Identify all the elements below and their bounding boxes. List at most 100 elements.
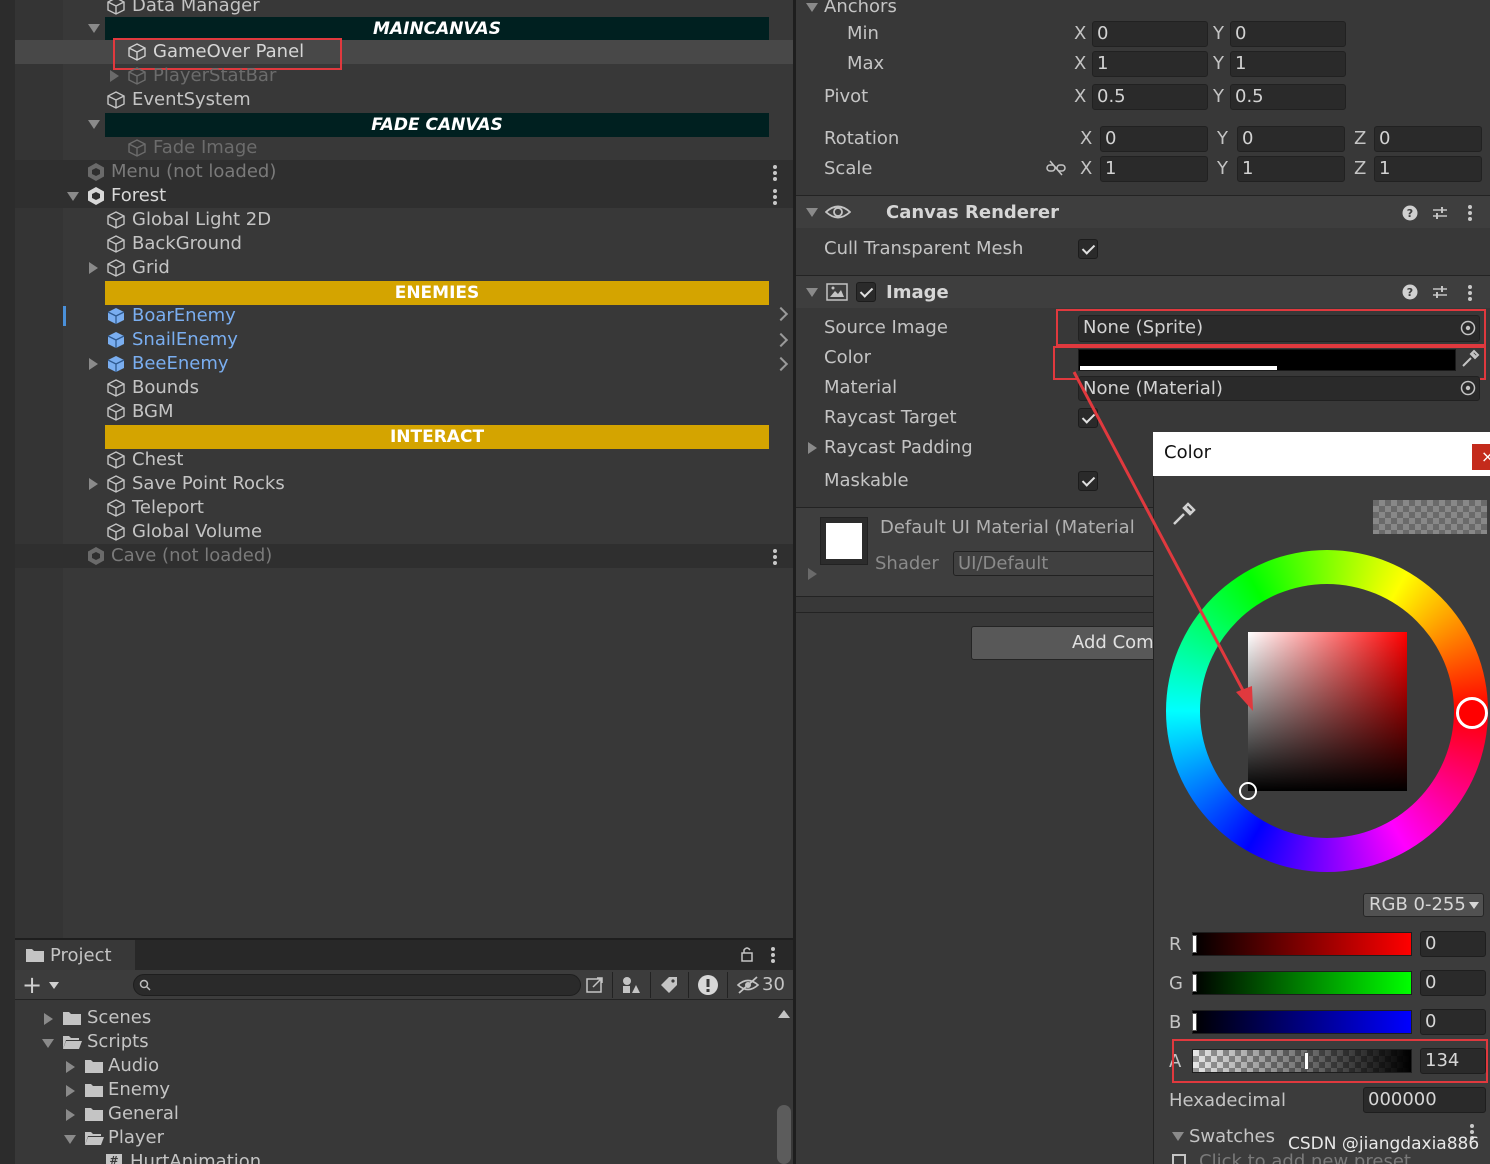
expand-arrow-icon[interactable] — [89, 478, 98, 490]
project-folder-general[interactable]: General — [108, 1102, 179, 1126]
pivot-label[interactable]: Pivot — [824, 85, 868, 109]
pivot-x-field[interactable]: 0.5 — [1092, 84, 1208, 110]
anchors-min-y-field[interactable]: 0 — [1230, 21, 1346, 47]
rotation-label[interactable]: Rotation — [824, 127, 899, 151]
source-image-label[interactable]: Source Image — [824, 316, 948, 340]
rotation-x-field[interactable]: 0 — [1100, 126, 1208, 152]
r-slider-handle[interactable] — [1192, 935, 1197, 953]
color-label[interactable]: Color — [824, 346, 871, 370]
raycast-padding-label[interactable]: Raycast Padding — [824, 436, 973, 460]
preset-settings-icon[interactable] — [1432, 205, 1448, 221]
axis-y-label[interactable]: Y — [1213, 85, 1224, 109]
expand-arrow-icon[interactable] — [806, 3, 818, 12]
scroll-up-arrow-icon[interactable] — [778, 1010, 790, 1018]
project-folder-scripts[interactable]: Scripts — [87, 1030, 149, 1054]
axis-y-label[interactable]: Y — [1217, 157, 1228, 181]
anchors-max-x-field[interactable]: 1 — [1092, 51, 1208, 77]
g-channel-slider[interactable] — [1192, 971, 1412, 995]
more-options-icon[interactable] — [1468, 285, 1472, 301]
hierarchy-banner-interact[interactable]: INTERACT — [105, 425, 769, 449]
axis-x-label[interactable]: X — [1080, 127, 1092, 151]
g-channel-field[interactable]: 0 — [1420, 970, 1486, 996]
anchors-label[interactable]: Anchors — [824, 0, 897, 19]
search-scope-icon[interactable] — [585, 975, 605, 995]
hex-field[interactable]: 000000 — [1363, 1087, 1486, 1113]
b-channel-field[interactable]: 0 — [1420, 1009, 1486, 1035]
hierarchy-item-boar-enemy[interactable]: BoarEnemy — [132, 304, 236, 328]
g-slider-handle[interactable] — [1192, 974, 1197, 992]
preset-settings-icon[interactable] — [1432, 284, 1448, 300]
hierarchy-item-save-point-rocks[interactable]: Save Point Rocks — [132, 472, 285, 496]
maskable-label[interactable]: Maskable — [824, 469, 909, 493]
constrain-proportions-link-icon[interactable] — [1046, 160, 1066, 176]
project-folder-audio[interactable]: Audio — [108, 1054, 159, 1078]
maskable-checkbox[interactable] — [1078, 471, 1098, 491]
hierarchy-item-teleport[interactable]: Teleport — [132, 496, 204, 520]
hierarchy-item-player-statbar[interactable]: PlayerStatBar — [153, 64, 276, 88]
material-label[interactable]: Material — [824, 376, 897, 400]
expand-arrow-icon[interactable] — [808, 442, 817, 454]
expand-arrow-icon[interactable] — [44, 1013, 53, 1025]
expand-arrow-icon[interactable] — [42, 1039, 54, 1048]
axis-y-label[interactable]: Y — [1213, 52, 1224, 76]
hierarchy-banner-fade-canvas[interactable]: FADE CANVAS — [105, 113, 769, 137]
hierarchy-banner-enemies[interactable]: ENEMIES — [105, 281, 769, 305]
project-scrollbar-thumb[interactable] — [777, 1105, 791, 1164]
b-slider-handle[interactable] — [1192, 1013, 1197, 1031]
hierarchy-item-global-light[interactable]: Global Light 2D — [132, 208, 271, 232]
more-options-icon[interactable] — [1468, 205, 1472, 221]
project-folder-player[interactable]: Player — [108, 1126, 164, 1150]
scale-y-field[interactable]: 1 — [1237, 156, 1345, 182]
more-options-icon[interactable] — [773, 189, 777, 205]
anchors-min-x-field[interactable]: 0 — [1092, 21, 1208, 47]
image-enabled-checkbox[interactable] — [856, 282, 876, 302]
expand-arrow-icon[interactable] — [88, 120, 100, 129]
scale-z-field[interactable]: 1 — [1374, 156, 1482, 182]
filter-by-label-icon[interactable] — [659, 976, 679, 994]
rotation-z-field[interactable]: 0 — [1374, 126, 1482, 152]
warning-icon[interactable] — [697, 974, 719, 996]
object-picker-icon[interactable] — [1460, 380, 1476, 396]
eyedropper-icon[interactable] — [1170, 500, 1196, 528]
hierarchy-item-event-system[interactable]: EventSystem — [132, 88, 251, 112]
help-icon[interactable]: ? — [1402, 284, 1418, 300]
axis-x-label[interactable]: X — [1074, 52, 1086, 76]
project-folder-hurt-animation[interactable]: HurtAnimation — [130, 1150, 261, 1164]
hidden-packages-icon[interactable] — [736, 976, 760, 994]
filter-by-type-icon[interactable] — [620, 975, 642, 995]
more-options-icon[interactable] — [773, 165, 777, 181]
axis-x-label[interactable]: X — [1074, 85, 1086, 109]
axis-x-label[interactable]: X — [1080, 157, 1092, 181]
project-folder-enemy[interactable]: Enemy — [108, 1078, 170, 1102]
expand-arrow-icon[interactable] — [806, 208, 818, 217]
hue-selector-handle[interactable] — [1456, 697, 1488, 729]
anchors-max-y-field[interactable]: 1 — [1230, 51, 1346, 77]
pivot-y-field[interactable]: 0.5 — [1230, 84, 1346, 110]
material-field[interactable]: None (Material) — [1078, 376, 1480, 401]
more-options-icon[interactable] — [771, 947, 775, 963]
scale-label[interactable]: Scale — [824, 157, 872, 181]
raycast-target-label[interactable]: Raycast Target — [824, 406, 957, 430]
hierarchy-item-bounds[interactable]: Bounds — [132, 376, 199, 400]
more-options-icon[interactable] — [773, 549, 777, 565]
saturation-value-handle[interactable] — [1239, 782, 1257, 800]
expand-arrow-icon[interactable] — [88, 24, 100, 33]
b-channel-slider[interactable] — [1192, 1010, 1412, 1034]
axis-z-label[interactable]: Z — [1354, 127, 1366, 151]
expand-arrow-icon[interactable] — [1172, 1132, 1184, 1141]
hierarchy-scene-forest[interactable]: Forest — [111, 184, 166, 208]
hierarchy-item-grid[interactable]: Grid — [132, 256, 170, 280]
lock-icon[interactable] — [740, 946, 754, 962]
hierarchy-item-snail-enemy[interactable]: SnailEnemy — [132, 328, 238, 352]
hierarchy-item-chest[interactable]: Chest — [132, 448, 184, 472]
expand-arrow-icon[interactable] — [808, 568, 817, 580]
expand-arrow-icon[interactable] — [89, 262, 98, 274]
expand-arrow-icon[interactable] — [66, 1085, 75, 1097]
rotation-y-field[interactable]: 0 — [1237, 126, 1345, 152]
hierarchy-item-global-volume[interactable]: Global Volume — [132, 520, 262, 544]
expand-arrow-icon[interactable] — [110, 70, 119, 82]
search-input[interactable] — [133, 974, 581, 996]
expand-arrow-icon[interactable] — [66, 1109, 75, 1121]
axis-z-label[interactable]: Z — [1354, 157, 1366, 181]
cull-transparent-mesh-checkbox[interactable] — [1078, 239, 1098, 259]
